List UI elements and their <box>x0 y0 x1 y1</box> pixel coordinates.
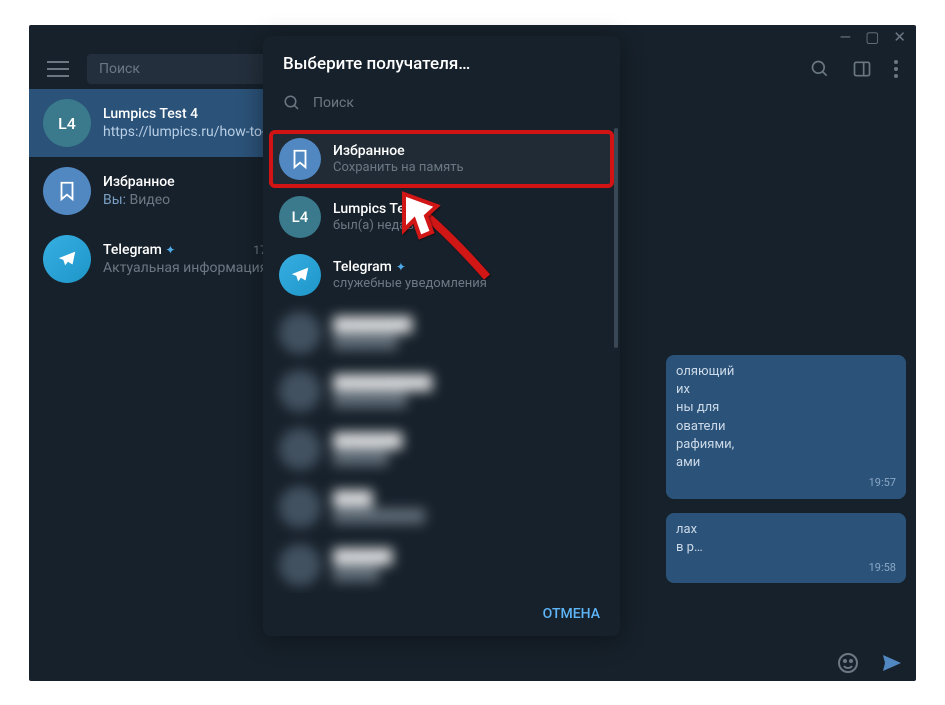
recipient-item-blurred[interactable]: ███████████ <box>269 536 614 593</box>
sidebar-toggle-icon[interactable] <box>852 59 872 79</box>
modal-search-input[interactable]: Поиск <box>263 88 620 126</box>
recipient-name: Избранное <box>333 143 464 159</box>
recipient-name: Telegram ✦ <box>333 259 487 275</box>
global-search-input[interactable]: Поиск <box>87 54 282 84</box>
recipient-item-blurred[interactable]: ██████████████ <box>269 478 614 536</box>
recipient-item-blurred[interactable]: █████████████ <box>269 420 614 478</box>
chat-name: Lumpics Test 4 <box>103 106 198 122</box>
scrollbar[interactable] <box>614 128 618 348</box>
recipient-item-blurred[interactable]: ███████████████ <box>269 304 614 362</box>
message-time: 19:58 <box>676 560 896 575</box>
window-maximize-button[interactable]: ▢ <box>865 28 879 46</box>
search-icon[interactable] <box>810 59 830 79</box>
conversation-area: оляющий их ны для ователи рафиями, ами 1… <box>666 355 906 597</box>
window-close-button[interactable]: ✕ <box>893 28 906 46</box>
recipient-name: Lumpics Test 4 <box>333 201 429 217</box>
telegram-icon <box>43 235 91 283</box>
topbar-actions <box>810 59 898 79</box>
cancel-button[interactable]: ОТМЕНА <box>543 606 600 622</box>
send-icon[interactable] <box>880 651 904 675</box>
window-minimize-button[interactable]: — <box>840 28 852 46</box>
modal-search-placeholder: Поиск <box>313 95 354 111</box>
verified-badge-icon: ✦ <box>165 243 175 257</box>
recipient-item-blurred[interactable]: ██████████████████ <box>269 362 614 420</box>
telegram-icon <box>279 254 321 296</box>
emoji-icon[interactable] <box>836 651 860 675</box>
forward-recipient-modal: Выберите получателя… Поиск Избранное Сох… <box>263 36 620 636</box>
kebab-menu-icon[interactable] <box>894 60 898 78</box>
bookmark-icon <box>279 138 321 180</box>
recipient-item[interactable]: Telegram ✦ служебные уведомления <box>269 246 614 304</box>
recipient-item-saved[interactable]: Избранное Сохранить на память <box>269 130 614 188</box>
search-placeholder: Поиск <box>99 61 140 77</box>
chat-name: Telegram ✦ <box>103 242 175 258</box>
hamburger-menu-button[interactable] <box>47 61 69 77</box>
message-bubble[interactable]: оляющий их ны для ователи рафиями, ами 1… <box>666 355 906 499</box>
bookmark-icon <box>43 167 91 215</box>
chat-name: Избранное <box>103 174 175 190</box>
recipient-status: Сохранить на память <box>333 160 464 175</box>
message-time: 19:57 <box>676 475 896 490</box>
modal-title: Выберите получателя… <box>263 36 620 88</box>
verified-badge-icon: ✦ <box>396 260 406 274</box>
avatar: L4 <box>43 99 91 147</box>
search-icon <box>283 94 301 112</box>
recipient-status: был(а) недавно <box>333 218 429 233</box>
recipient-status: служебные уведомления <box>333 276 487 291</box>
composer <box>836 651 904 675</box>
message-bubble[interactable]: лах в р… 19:58 <box>666 513 906 584</box>
avatar: L4 <box>279 196 321 238</box>
recipient-item[interactable]: L4 Lumpics Test 4 был(а) недавно <box>269 188 614 246</box>
